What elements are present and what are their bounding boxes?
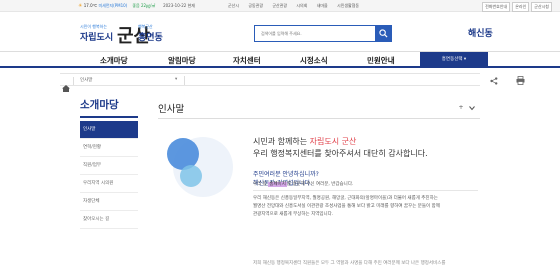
air-quality: 좋음 22㎍/㎥ (132, 3, 156, 8)
home-button[interactable] (62, 77, 74, 92)
breadcrumb-divider (184, 76, 185, 85)
link-village[interactable]: 새마을 (317, 3, 328, 8)
nav-intro[interactable]: 소개마당 (100, 55, 128, 66)
lnb-title: 소개마당 (80, 99, 119, 111)
fine-dust-label: 미세먼지(PM10) (98, 3, 128, 8)
side-nav-directions[interactable]: 찾아오시는 길 (80, 211, 138, 229)
city-hall-button[interactable]: 군산시청 (531, 2, 552, 12)
home-icon (62, 85, 70, 92)
print-icon[interactable] (516, 76, 525, 85)
top-right-buttons: 전화번호안내 온라인 군산시청 (482, 2, 552, 12)
share-icon[interactable] (490, 77, 498, 85)
side-nav: 인사말 연혁/현황 직원/업무 우리지역 시의원 자생단체 찾아오시는 길 (80, 121, 138, 229)
site-logo[interactable]: 시민이 행복하는 자립도시 군산 행복군산 흥면동 (80, 22, 163, 47)
description-paragraph: 우리 해신동은 신풍동일부지역, 월명공원, 해망굴, 근대화의(앞명마이을)과… (253, 195, 478, 219)
side-nav-greeting[interactable]: 인사말 (80, 121, 138, 139)
description-line: 관광지역으로 새롭게 부상하는 지역입니다. (253, 212, 334, 217)
highlighted-word: 홈페이지 (268, 182, 287, 187)
breadcrumb-current: 인사말 (80, 78, 93, 83)
title-divider (158, 118, 480, 119)
nav-city-news[interactable]: 시정소식 (300, 55, 328, 66)
site-name: 해신동 (468, 29, 493, 39)
description-line: 우리 해신동은 신풍동일부지역, 월명공원, 해망굴, 근대화의(앞명마이을)과… (253, 196, 438, 201)
weather-info: ☀ 17.0℃ 미세먼지(PM10) 좋음 22㎍/㎥ 2023-10-22 현… (78, 3, 195, 9)
link-coop[interactable]: 시민생활협동 (337, 3, 359, 8)
link-tour[interactable]: 군산관광 (272, 3, 287, 8)
side-nav-history[interactable]: 연혁/현황 (80, 139, 138, 157)
link-gunsan[interactable]: 군산시 (228, 3, 239, 8)
logo-dong: 흥면동 (138, 33, 163, 43)
decorative-circles-graphic (167, 137, 233, 197)
related-links: 군산시 공동관광 군산관광 시의회 새마을 시민생활협동 (228, 3, 367, 9)
paragraph-divider (253, 190, 478, 191)
utility-bar: ☀ 17.0℃ 미세먼지(PM10) 좋음 22㎍/㎥ 2023-10-22 현… (0, 0, 560, 12)
page-title: 인사말 (158, 104, 185, 115)
side-nav-groups[interactable]: 자생단체 (80, 193, 138, 211)
intro-line1: 주민여러분 안녕하십니까? (253, 171, 319, 178)
greeting-line1-pre: 시민과 함께하는 (253, 137, 310, 146)
lnb-title-underline (80, 116, 138, 118)
main-nav: 소개마당 알림마당 자치센터 시정소식 민원안내 흥면동선택 ▾ (0, 51, 560, 68)
staff-paragraph: 저희 해신동 행정복지센터 직원들은 모두 그 역할과 사명을 다해 주민 여러… (253, 261, 446, 266)
link-council[interactable]: 시의회 (296, 3, 307, 8)
search-icon (378, 29, 388, 38)
expand-button[interactable]: + (457, 104, 465, 112)
breadcrumb-dropdown[interactable]: ▾ (175, 77, 177, 82)
search-box (254, 25, 392, 42)
greeting-heading: 시민과 함께하는 자립도시 군산 우리 행정복지센터를 찾아주셔서 대단히 감사… (253, 136, 428, 160)
nav-civil[interactable]: 민원안내 (367, 55, 395, 66)
description-line: 월명산 전망대와 신흥도서실 이관관광 조성사업을 통해 보다 밝고 미래를 향… (253, 204, 440, 209)
greeting-highlight: 자립도시 군산 (309, 137, 357, 146)
welcome-paragraph: 우리 동 홈페이지를 방문해 주신 여러분, 반갑습니다. (253, 181, 353, 187)
phone-guide-button[interactable]: 전화번호안내 (482, 2, 511, 12)
side-nav-councilor[interactable]: 우리지역 시의원 (80, 175, 138, 193)
search-button[interactable] (375, 26, 391, 41)
temperature: 17.0℃ (83, 3, 98, 8)
logo-city: 자립도시 (80, 33, 114, 43)
side-nav-staff[interactable]: 직원/업무 (80, 157, 138, 175)
welcome-post: 를 방문해 주신 여러분, 반갑습니다. (286, 182, 354, 187)
chevron-down-icon[interactable] (468, 104, 476, 112)
dong-select[interactable]: 흥면동선택 ▾ (420, 52, 488, 67)
nav-notice[interactable]: 알림마당 (168, 55, 196, 66)
breadcrumb: 인사말 ▾ (60, 73, 525, 92)
greeting-line2: 우리 행정복지센터를 찾아주셔서 대단히 감사합니다. (253, 149, 428, 158)
link-joint-tour[interactable]: 공동관광 (248, 3, 263, 8)
nav-autonomy[interactable]: 자치센터 (233, 55, 261, 66)
online-button[interactable]: 온라인 (512, 2, 530, 12)
search-input[interactable] (255, 26, 375, 41)
date-label: 2023-10-22 현재 (163, 3, 195, 8)
sun-icon: ☀ (78, 3, 83, 9)
welcome-pre: 우리 동 (253, 182, 269, 187)
